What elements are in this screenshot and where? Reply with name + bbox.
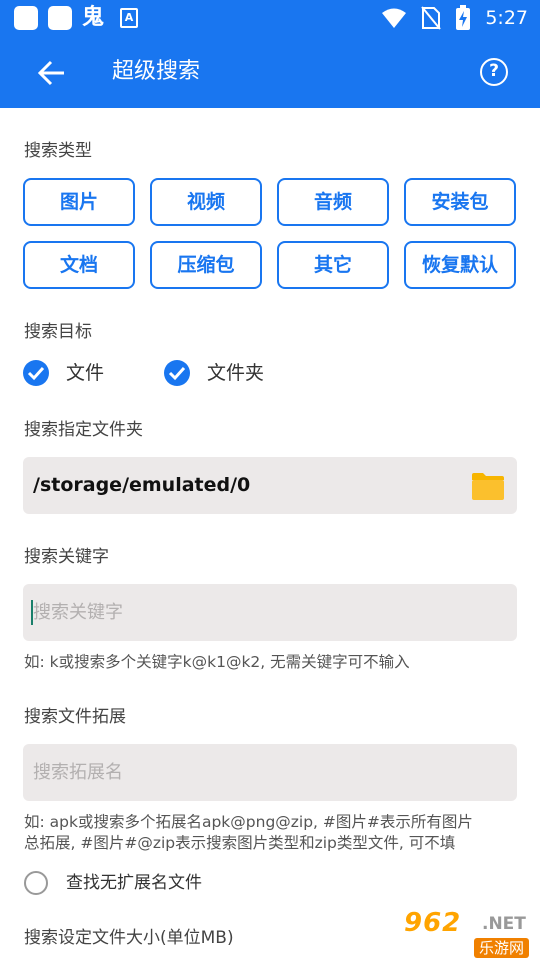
wifi-icon xyxy=(382,8,407,28)
ghost-icon: 鬼 xyxy=(82,5,105,30)
extension-hint-line2: 总拓展, #图片#@zip表示搜索图片类型和zip类型文件, 可不填 xyxy=(24,834,456,852)
battery-charging-icon xyxy=(456,5,471,30)
check-icon xyxy=(168,366,186,381)
folder-label: 搜索指定文件夹 xyxy=(24,420,143,440)
check-icon xyxy=(27,366,45,381)
no-extension-radio[interactable] xyxy=(24,871,48,895)
status-bar-right: 5:27 xyxy=(381,5,528,31)
status-bar-left: 鬼 A xyxy=(14,5,139,30)
question-circle-icon[interactable]: ? xyxy=(480,58,508,86)
chip-other[interactable]: 其它 xyxy=(277,241,389,289)
watermark-site: 乐游网 xyxy=(474,938,530,958)
folder-path: /storage/emulated/0 xyxy=(33,474,251,496)
checkbox-file[interactable] xyxy=(23,360,49,386)
status-bar: 鬼 A 5:27 xyxy=(0,0,540,36)
extension-hint-line1: 如: apk或搜索多个拓展名apk@png@zip, #图片#表示所有图片 xyxy=(24,813,473,831)
text-cursor xyxy=(31,600,33,625)
arrow-left-icon[interactable] xyxy=(30,58,70,88)
watermark-number: 962 xyxy=(404,908,462,938)
app-square-icon xyxy=(48,6,72,30)
chip-image[interactable]: 图片 xyxy=(23,178,135,226)
extension-input[interactable] xyxy=(23,744,517,801)
extension-label: 搜索文件拓展 xyxy=(24,707,126,727)
folder-icon[interactable] xyxy=(471,471,505,501)
a-notification-icon: A xyxy=(120,8,139,28)
keyword-label: 搜索关键字 xyxy=(24,547,109,567)
chip-audio[interactable]: 音频 xyxy=(277,178,389,226)
watermark-logo: 962 .NET 乐游网 xyxy=(404,908,536,958)
app-square-icon xyxy=(14,6,38,30)
search-target-label: 搜索目标 xyxy=(24,322,92,342)
no-extension-label: 查找无扩展名文件 xyxy=(66,873,202,893)
extension-field xyxy=(23,744,517,801)
watermark-net: .NET xyxy=(482,914,526,934)
search-type-label: 搜索类型 xyxy=(24,141,92,161)
page-title: 超级搜索 xyxy=(112,59,201,84)
checkbox-folder-label: 文件夹 xyxy=(207,362,265,384)
checkbox-folder[interactable] xyxy=(164,360,190,386)
chip-archive[interactable]: 压缩包 xyxy=(150,241,262,289)
chip-video[interactable]: 视频 xyxy=(150,178,262,226)
chip-apk[interactable]: 安装包 xyxy=(404,178,516,226)
status-time: 5:27 xyxy=(485,7,528,29)
size-label: 搜索设定文件大小(单位MB) xyxy=(24,928,234,948)
folder-path-field[interactable]: /storage/emulated/0 xyxy=(23,457,517,514)
keyword-hint: 如: k或搜索多个关键字k@k1@k2, 无需关键字可不输入 xyxy=(24,653,410,671)
chip-restore-default[interactable]: 恢复默认 xyxy=(404,241,516,289)
chip-document[interactable]: 文档 xyxy=(23,241,135,289)
no-sim-icon xyxy=(421,6,442,30)
keyword-field xyxy=(23,584,517,641)
app-bar: 超级搜索 ? xyxy=(0,36,540,108)
checkbox-file-label: 文件 xyxy=(66,362,105,384)
keyword-input[interactable] xyxy=(23,584,517,641)
